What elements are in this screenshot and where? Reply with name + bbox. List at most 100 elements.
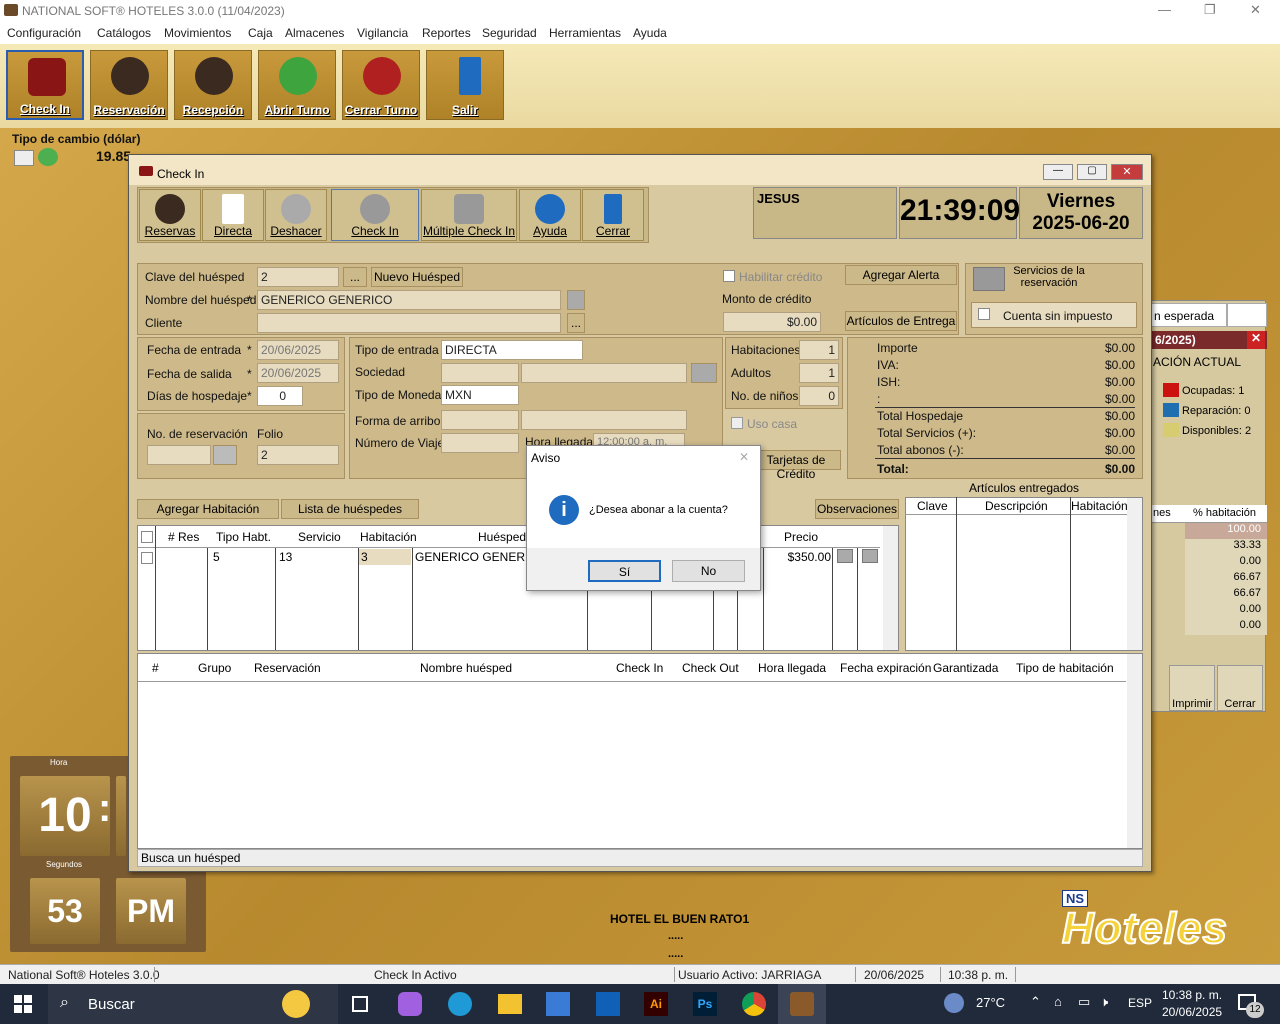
store-icon[interactable]: [546, 992, 570, 1016]
row-habitacion[interactable]: 3: [359, 549, 411, 565]
guest-detail-button[interactable]: [567, 290, 585, 310]
photoshop-icon[interactable]: Ps: [693, 992, 717, 1016]
copilot-icon[interactable]: [398, 992, 422, 1016]
display-icon[interactable]: ▭: [1078, 994, 1090, 1010]
agregar-habitacion-button[interactable]: Agregar Habitación: [137, 499, 279, 519]
taskbar-time[interactable]: 10:38 p. m.: [1162, 988, 1222, 1002]
trip-number-input[interactable]: [441, 433, 519, 453]
row-checkbox[interactable]: [141, 552, 153, 564]
edge-icon[interactable]: [448, 992, 472, 1016]
maximize-icon[interactable]: ▢: [1077, 164, 1107, 180]
chrome-icon[interactable]: [742, 992, 766, 1016]
menu-vigilancia[interactable]: Vigilancia: [357, 26, 408, 40]
folio-input[interactable]: 2: [257, 445, 339, 465]
taskbar-hoteles-active[interactable]: [778, 984, 826, 1024]
client-search-button[interactable]: ...: [567, 313, 585, 333]
no-button[interactable]: No: [672, 560, 745, 582]
guest-search-button[interactable]: ...: [343, 267, 367, 287]
salir-button[interactable]: Salir: [426, 50, 504, 120]
ayuda-button[interactable]: Ayuda: [519, 189, 581, 241]
arrival-form-select[interactable]: [441, 410, 519, 430]
tab-blank[interactable]: [1227, 303, 1267, 327]
guest-key-input[interactable]: 2: [257, 267, 339, 287]
services-icon[interactable]: [973, 267, 1005, 291]
menu-seguridad[interactable]: Seguridad: [482, 26, 537, 40]
explorer-icon[interactable]: [498, 994, 522, 1014]
rooms-input[interactable]: 1: [799, 340, 839, 360]
close-icon[interactable]: ✕: [1250, 2, 1261, 18]
menu-almacenes[interactable]: Almacenes: [285, 26, 344, 40]
row-edit-icon[interactable]: [837, 549, 853, 563]
no-tax-checkbox[interactable]: [978, 308, 990, 320]
volume-icon[interactable]: 🕨: [1100, 994, 1108, 1010]
windows-start-icon[interactable]: [14, 995, 32, 1013]
reservas-button[interactable]: Reservas: [139, 189, 201, 241]
menu-movimientos[interactable]: Movimientos: [164, 26, 231, 40]
recepcion-button[interactable]: Recepción: [174, 50, 252, 120]
kids-input[interactable]: 0: [799, 386, 839, 406]
money-icon[interactable]: [14, 150, 34, 166]
outlook-icon[interactable]: [596, 992, 620, 1016]
lista-huespedes-button[interactable]: Lista de huéspedes: [281, 499, 419, 519]
menu-reportes[interactable]: Reportes: [422, 26, 471, 40]
nuevo-huesped-button[interactable]: Nuevo Huésped: [371, 267, 463, 287]
cerrar-button[interactable]: Cerrar: [582, 189, 644, 241]
guest-list-scrollbar[interactable]: [1127, 654, 1142, 848]
days-stepper[interactable]: 0: [257, 386, 303, 406]
house-use-checkbox[interactable]: [731, 417, 743, 429]
company-search-button[interactable]: [691, 363, 717, 383]
directa-button[interactable]: Directa: [202, 189, 264, 241]
services-label[interactable]: Servicios de la reservación: [1009, 265, 1089, 289]
imprimir-button[interactable]: Imprimir: [1169, 665, 1215, 711]
weather-temp[interactable]: 27°C: [976, 995, 1005, 1010]
task-view-icon[interactable]: [352, 996, 368, 1012]
reservation-no-input[interactable]: [147, 445, 211, 465]
articulos-entrega-button[interactable]: Artículos de Entrega: [845, 311, 957, 331]
arrival-form-detail[interactable]: [521, 410, 687, 430]
menu-configuracion[interactable]: Configuración: [7, 26, 81, 40]
credit-amount-input[interactable]: $0.00: [723, 312, 821, 332]
observaciones-button[interactable]: Observaciones: [815, 499, 899, 519]
reservation-search-button[interactable]: [213, 445, 237, 465]
refresh-icon[interactable]: [38, 148, 58, 166]
checkin-action-button[interactable]: Check In: [331, 189, 419, 241]
checkout-date-input[interactable]: 20/06/2025: [257, 363, 339, 383]
reservacion-button[interactable]: Reservación: [90, 50, 168, 120]
language-indicator[interactable]: ESP: [1128, 996, 1152, 1010]
si-button[interactable]: Sí: [588, 560, 661, 582]
menu-ayuda[interactable]: Ayuda: [633, 26, 667, 40]
row-delete-icon[interactable]: [862, 549, 878, 563]
illustrator-icon[interactable]: Ai: [644, 992, 668, 1016]
adults-input[interactable]: 1: [799, 363, 839, 383]
checkin-button[interactable]: Check In: [6, 50, 84, 120]
multiple-checkin-button[interactable]: Múltiple Check In: [421, 189, 517, 241]
credit-checkbox[interactable]: [723, 270, 735, 282]
weather-icon[interactable]: [944, 993, 964, 1013]
entry-type-select[interactable]: DIRECTA: [441, 340, 583, 360]
cerrar-turno-button[interactable]: Cerrar Turno: [342, 50, 420, 120]
agregar-alerta-button[interactable]: Agregar Alerta: [845, 265, 957, 285]
taskbar-search[interactable]: ⌕ Buscar: [48, 984, 338, 1024]
rooms-scrollbar[interactable]: [883, 526, 898, 650]
network-icon[interactable]: ⌂: [1054, 994, 1062, 1009]
tarjetas-credito-button[interactable]: Tarjetas de Crédito: [751, 450, 841, 481]
restore-icon[interactable]: ❐: [1204, 2, 1216, 18]
abrir-turno-button[interactable]: Abrir Turno: [258, 50, 336, 120]
currency-select[interactable]: MXN: [441, 385, 519, 405]
menu-catalogos[interactable]: Catálogos: [97, 26, 151, 40]
deshacer-button[interactable]: Deshacer: [265, 189, 327, 241]
company-name-input[interactable]: [521, 363, 687, 383]
chevron-up-icon[interactable]: ⌃: [1030, 994, 1041, 1010]
guest-name-input[interactable]: GENERICO GENERICO: [257, 290, 561, 310]
close-icon[interactable]: ✕: [1111, 164, 1143, 180]
cerrar-pane-button[interactable]: Cerrar: [1217, 665, 1263, 711]
client-input[interactable]: [257, 313, 561, 333]
checkin-date-input[interactable]: 20/06/2025: [257, 340, 339, 360]
minimize-icon[interactable]: —: [1043, 164, 1073, 180]
close-icon[interactable]: ✕: [1247, 331, 1265, 349]
menu-herramientas[interactable]: Herramientas: [549, 26, 621, 40]
minimize-icon[interactable]: —: [1158, 2, 1171, 17]
tab-en-espera[interactable]: n esperada: [1151, 303, 1227, 327]
select-all-checkbox[interactable]: [141, 531, 153, 543]
close-icon[interactable]: ✕: [739, 450, 749, 464]
